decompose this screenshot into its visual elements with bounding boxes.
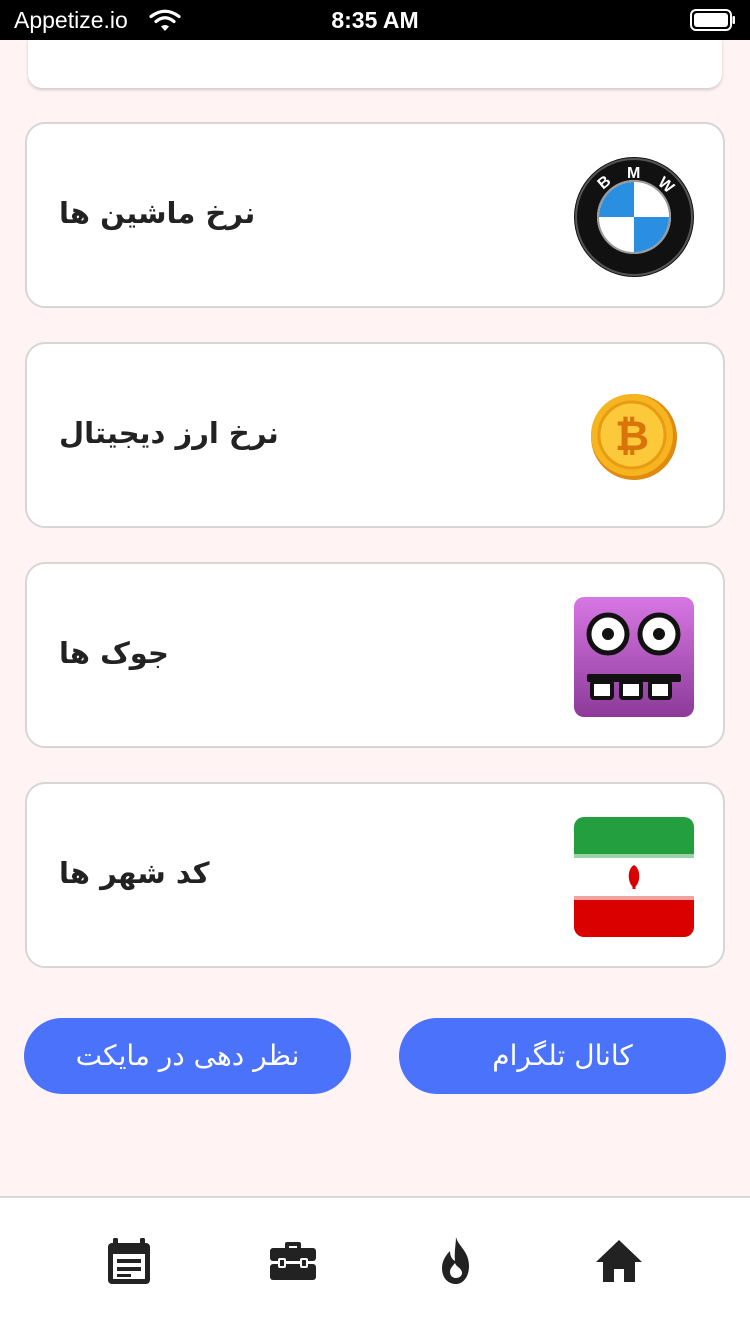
wifi-icon xyxy=(149,9,181,31)
card-title: نرخ ارز دیجیتال xyxy=(59,416,279,450)
funny-face-icon xyxy=(574,597,694,717)
card-title: نرخ ماشین ها xyxy=(59,196,256,230)
svg-text:₿: ₿ xyxy=(615,411,649,460)
card-title: کد شهر ها xyxy=(59,856,210,890)
carrier-label: Appetize.io xyxy=(14,7,128,33)
card-car-prices[interactable]: نرخ ماشین ها B M W xyxy=(25,122,725,308)
fire-icon[interactable] xyxy=(429,1234,483,1288)
battery-icon xyxy=(690,9,735,31)
card-crypto-prices[interactable]: نرخ ارز دیجیتال ₿ xyxy=(25,342,725,528)
previous-card-edge xyxy=(28,40,722,88)
myket-review-button[interactable]: نظر دهی در مایکت xyxy=(24,1018,351,1094)
content-list[interactable]: نرخ ماشین ها B M W نرخ ارز دیجیتال ₿ جوک… xyxy=(0,40,750,1196)
tab-bar xyxy=(0,1196,750,1334)
telegram-channel-button[interactable]: کانال تلگرام xyxy=(399,1018,726,1094)
status-bar: Appetize.io 8:35 AM xyxy=(0,0,750,40)
bmw-logo-icon: B M W xyxy=(574,157,694,277)
bitcoin-coin-icon: ₿ xyxy=(591,394,677,480)
card-city-codes[interactable]: کد شهر ها xyxy=(25,782,725,968)
card-title: جوک ها xyxy=(59,636,169,670)
iran-flag-icon xyxy=(574,817,694,937)
home-icon[interactable] xyxy=(592,1234,646,1288)
card-jokes[interactable]: جوک ها xyxy=(25,562,725,748)
calendar-icon[interactable] xyxy=(102,1234,156,1288)
svg-text:M: M xyxy=(627,165,640,182)
briefcase-icon[interactable] xyxy=(266,1234,320,1288)
